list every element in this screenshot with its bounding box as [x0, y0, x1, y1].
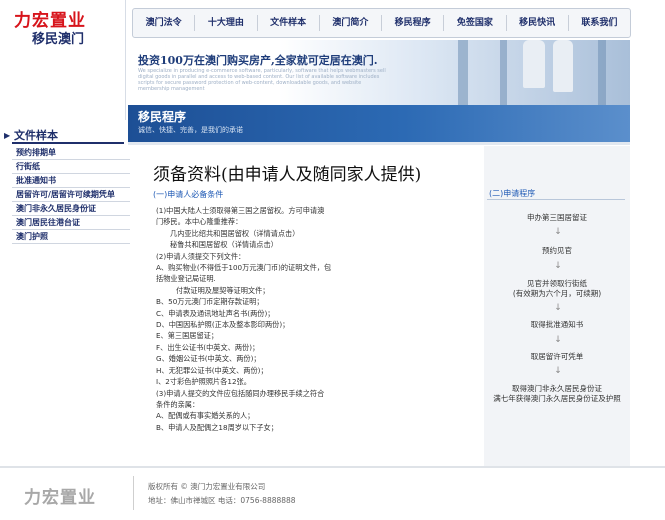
procedure-step: 取居留许可凭单: [530, 352, 584, 361]
footer-separator: [133, 476, 134, 510]
sidebar-item-approval-notice[interactable]: 批准通知书: [12, 174, 130, 188]
text-line-link[interactable]: 秘鲁共和国居留权（详情请点击）: [156, 239, 361, 250]
text-line: (2)申请人须提交下列文件：: [156, 251, 246, 261]
main-nav: 澳门法令 十大理由 文件样本 澳门简介 移民程序 免签国家 移民快讯 联系我们: [132, 8, 631, 38]
footer-logo: 力宏置业: [24, 488, 96, 508]
sidebar-item-non-permanent-id[interactable]: 澳门非永久居民身份证: [12, 202, 130, 216]
section-banner-title: 移民程序: [138, 110, 187, 124]
banner-slogan: 投资100万在澳门购买房产,全家就可定居在澳门.: [138, 54, 378, 67]
requirements-text: (1)中国大陆人士须取得第三国之居留权。方可申请澳 门移民。本中心隆重推荐： 几…: [156, 205, 361, 433]
arrow-down-icon: ↓: [554, 303, 562, 313]
text-line: (1)中国大陆人士须取得第三国之居留权。方可申请澳: [156, 206, 325, 215]
text-line: A、购买物业(不得低于100万元澳门币)的证明文件，包: [156, 263, 332, 273]
procedure-heading: (二)申请程序: [489, 189, 536, 198]
text-line: 付款证明及屋契等证明文件；: [176, 285, 270, 295]
sidebar-title: 文件样本: [14, 129, 58, 142]
text-line: (3)申请人提交的文件应包括随同办理移民手续之符合: [156, 388, 325, 398]
page-title: 须备资料(由申请人及随同家人提供): [153, 165, 422, 185]
nav-item-macau-intro[interactable]: 澳门简介: [320, 15, 382, 31]
nav-item-immigration-procedure[interactable]: 移民程序: [382, 15, 445, 31]
footer-copyright: 版权所有 © 澳门力宏置业有限公司: [148, 482, 266, 491]
text-line: D、中国因私护照(正本及整本影印两份)；: [156, 320, 290, 330]
sidebar-title-underline: [12, 142, 124, 144]
banner: 投资100万在澳门购买房产,全家就可定居在澳门. We specialize i…: [128, 40, 630, 108]
text-line: C、申请表及通讯地址声名书(两份)；: [156, 308, 275, 318]
procedure-step: 申办第三国居留证: [527, 213, 587, 222]
sidebar-bullet-icon: ▶: [4, 131, 11, 140]
nav-item-macau-law[interactable]: 澳门法令: [133, 15, 196, 31]
banner-person-image: [523, 40, 545, 88]
banner-pillar: [500, 40, 507, 108]
text-line: H、无犯罪公证书(中英文、两份)；: [156, 365, 268, 375]
arrow-down-icon: ↓: [554, 261, 562, 271]
arrow-down-icon: ↓: [554, 227, 562, 237]
procedure-step: 满七年获得澳门永久居民身份证及护照: [493, 394, 621, 403]
procedure-step: 取得澳门非永久居民身份证: [512, 384, 602, 393]
sidebar-menu: 预约排期单 行街纸 批准通知书 居留许可/居留许可续期凭单 澳门非永久居民身份证…: [12, 146, 130, 244]
procedure-step: 预约见官: [542, 246, 572, 255]
text-line: B、申请人及配偶之18周岁以下子女；: [156, 422, 278, 432]
nav-item-visa-free-countries[interactable]: 免签国家: [444, 15, 507, 31]
nav-item-contact-us[interactable]: 联系我们: [569, 15, 630, 31]
text-line: A、配偶或有事实婚关系的人；: [156, 411, 255, 421]
arrow-down-icon: ↓: [554, 366, 562, 376]
text-line: 括物业登记局证明.: [156, 274, 216, 284]
procedure-divider: [487, 199, 625, 200]
text-line: B、50万元澳门币定期存款证明；: [156, 297, 264, 307]
section-banner-underline: [128, 142, 630, 145]
footer-divider: [0, 466, 665, 468]
nav-item-immigration-news[interactable]: 移民快讯: [507, 15, 569, 31]
text-line: 条件的亲属：: [156, 399, 200, 409]
sidebar-item-macau-passport[interactable]: 澳门护照: [12, 230, 130, 244]
nav-item-document-samples[interactable]: 文件样本: [258, 15, 320, 31]
procedure-step-note: (有效期为六个月，可续期): [512, 289, 602, 298]
sidebar-item-hk-taiwan-permit[interactable]: 澳门居民往港台证: [12, 216, 130, 230]
banner-pillar: [458, 40, 468, 108]
banner-english-text: We specialize in producing e-commerce so…: [138, 68, 386, 92]
banner-person-image: [553, 40, 573, 92]
sidebar-item-appointment-form[interactable]: 预约排期单: [12, 146, 130, 160]
nav-item-ten-reasons[interactable]: 十大理由: [195, 15, 258, 31]
text-line: E、第三国居留证；: [156, 331, 219, 341]
footer-address: 地址：佛山市禅城区 电话：0756-8888888: [148, 496, 296, 505]
text-line: 门移民。本中心隆重推荐：: [156, 217, 243, 227]
section-banner: 移民程序 诚信、快捷、完善，是我们的承诺: [128, 105, 630, 142]
section-banner-subtitle: 诚信、快捷、完善，是我们的承诺: [138, 126, 243, 134]
arrow-down-icon: ↓: [554, 335, 562, 345]
section-heading-requirements: (一)申请人必备条件: [153, 190, 224, 199]
text-line-link[interactable]: 几内亚比绍共和国居留权（详情请点击）: [156, 228, 361, 239]
text-line: G、婚姻公证书(中英文、两份)；: [156, 354, 261, 364]
logo-subtitle: 移民澳门: [32, 32, 85, 47]
banner-pillar: [598, 40, 606, 108]
sidebar-item-street-paper[interactable]: 行街纸: [12, 160, 130, 174]
header-divider: [125, 0, 126, 120]
sidebar-item-residence-permit-receipt[interactable]: 居留许可/居留许可续期凭单: [12, 188, 130, 202]
procedure-step: 见官并领取行街纸: [527, 279, 587, 288]
procedure-step: 取得批准通知书: [530, 320, 584, 329]
text-line: I、2寸彩色护照照片各12张。: [156, 377, 251, 387]
text-line: F、出生公证书(中英文、两份)；: [156, 342, 260, 352]
